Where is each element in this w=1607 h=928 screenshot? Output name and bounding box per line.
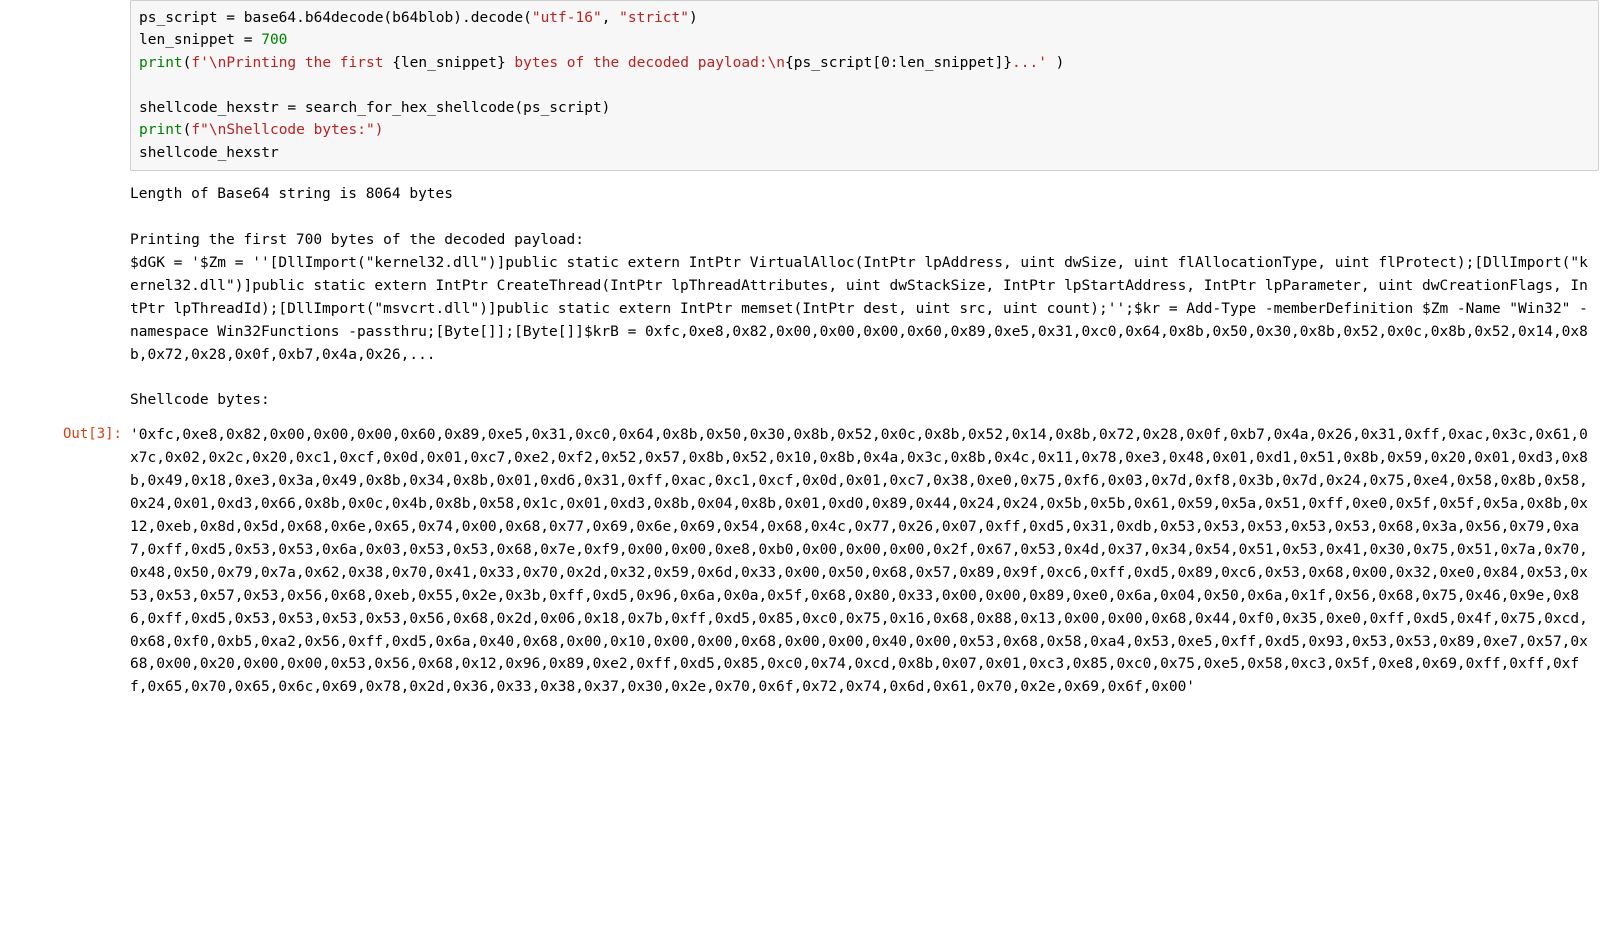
stdout-cell: Length of Base64 string is 8064 bytes Pr… (0, 179, 1607, 420)
stdout-text[interactable]: Length of Base64 string is 8064 bytes Pr… (130, 179, 1599, 420)
output-prompt: Out[3]: (0, 420, 130, 707)
code-line-2: len_snippet = 700 (139, 32, 287, 48)
stdout-prompt (0, 179, 130, 420)
stdout-content: Length of Base64 string is 8064 bytes Pr… (130, 179, 1607, 420)
input-content: ps_script = base64.b64decode(b64blob).de… (130, 0, 1607, 179)
input-prompt (0, 0, 130, 179)
output-text[interactable]: '0xfc,0xe8,0x82,0x00,0x00,0x00,0x60,0x89… (130, 420, 1599, 707)
code-line-6: shellcode_hexstr (139, 145, 279, 161)
code-line-1: ps_script = base64.b64decode(b64blob).de… (139, 10, 698, 26)
code-line-5: print(f"\nShellcode bytes:") (139, 122, 383, 138)
output-cell: Out[3]: '0xfc,0xe8,0x82,0x00,0x00,0x00,0… (0, 420, 1607, 707)
code-line-3: print(f'\nPrinting the first {len_snippe… (139, 55, 1064, 71)
jupyter-notebook: ps_script = base64.b64decode(b64blob).de… (0, 0, 1607, 928)
code-line-4: shellcode_hexstr = search_for_hex_shellc… (139, 100, 610, 116)
output-content: '0xfc,0xe8,0x82,0x00,0x00,0x00,0x60,0x89… (130, 420, 1607, 707)
code-editor[interactable]: ps_script = base64.b64decode(b64blob).de… (130, 0, 1599, 171)
input-cell: ps_script = base64.b64decode(b64blob).de… (0, 0, 1607, 179)
